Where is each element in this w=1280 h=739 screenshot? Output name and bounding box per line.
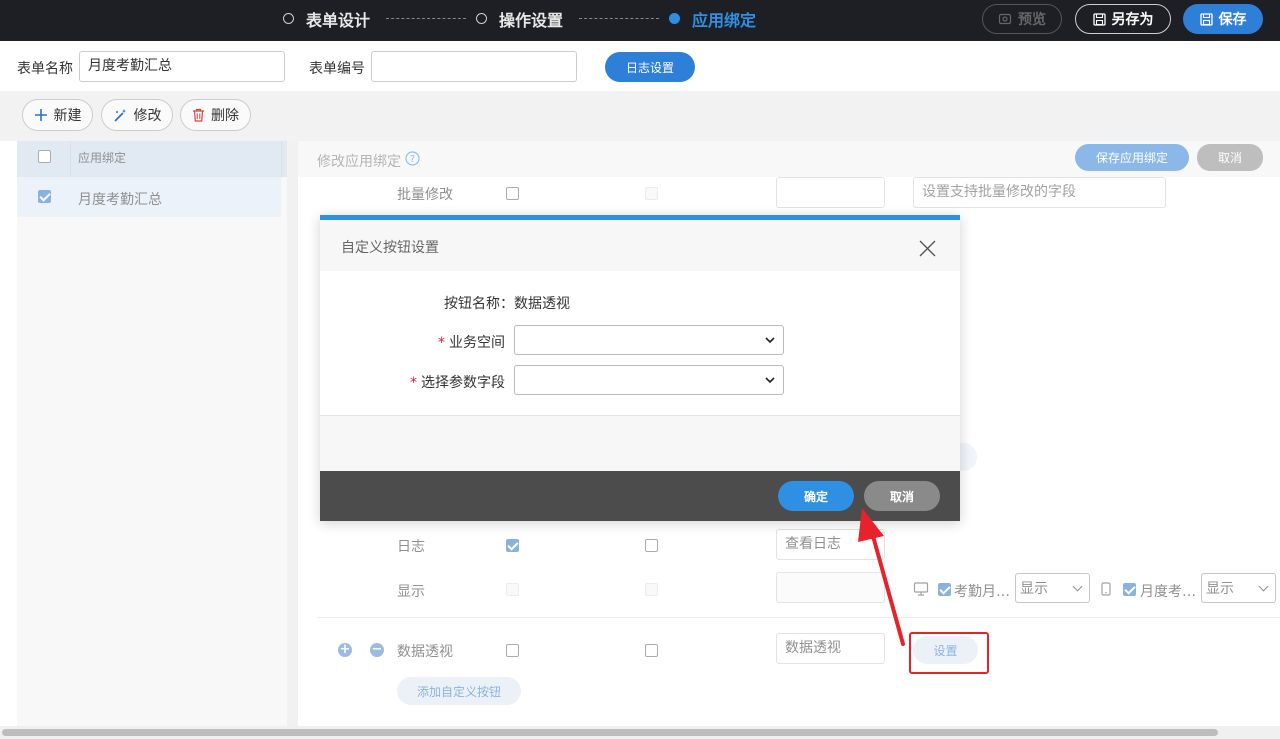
step-dot-icon (669, 13, 680, 24)
confirm-button[interactable]: 确定 (778, 481, 854, 511)
dialog-title: 自定义按钮设置 (341, 240, 439, 256)
scrollbar-thumb[interactable] (2, 729, 1218, 736)
button-name-value: 数据透视 (514, 296, 570, 312)
save-as-button[interactable]: 另存为 (1075, 4, 1171, 34)
workspace-label: * 业务空间 (438, 335, 505, 351)
step-dot-icon (283, 13, 294, 24)
plus-icon (34, 109, 47, 121)
step-operation-settings[interactable]: 操作设置 (476, 0, 563, 37)
step-form-design[interactable]: 表单设计 (283, 0, 370, 37)
form-code-input[interactable] (371, 51, 577, 82)
delete-button[interactable]: 删除 (180, 99, 251, 131)
new-button[interactable]: 新建 (22, 99, 93, 131)
floppy-icon (1199, 12, 1213, 26)
dialog-spacer (320, 416, 960, 471)
step-app-binding[interactable]: 应用绑定 (669, 0, 756, 37)
save-button[interactable]: 保存 (1183, 4, 1263, 34)
form-name-input[interactable]: 月度考勤汇总 (79, 51, 285, 82)
button-name-label: 按钮名称： (444, 296, 514, 312)
form-name-label: 表单名称 (17, 61, 73, 77)
step-connector (386, 18, 466, 19)
preview-button[interactable]: 预览 (982, 4, 1062, 34)
trash-icon (193, 108, 204, 122)
step-connector (579, 18, 659, 19)
eye-icon (998, 13, 1012, 25)
chevron-down-icon (765, 337, 775, 344)
form-code-label: 表单编号 (309, 61, 365, 77)
edit-button[interactable]: 修改 (101, 99, 173, 131)
param-field-label: * 选择参数字段 (410, 375, 505, 391)
step-bar: 表单设计 操作设置 应用绑定 预览 另存为 保存 (0, 0, 1280, 41)
workspace-select[interactable] (514, 325, 784, 355)
log-settings-button[interactable]: 日志设置 (605, 52, 695, 82)
custom-button-settings-dialog: 自定义按钮设置 按钮名称： 数据透视 * 业务空间 * 选择参数字段 确定 取消 (320, 215, 960, 521)
close-icon[interactable] (919, 240, 936, 257)
magic-wand-icon (113, 108, 126, 122)
chevron-down-icon (765, 377, 775, 384)
step-dot-icon (476, 13, 487, 24)
floppy-icon (1092, 12, 1106, 26)
dialog-cancel-button[interactable]: 取消 (864, 481, 940, 511)
annotation-highlight-box (909, 632, 989, 674)
param-field-select[interactable] (514, 365, 784, 395)
